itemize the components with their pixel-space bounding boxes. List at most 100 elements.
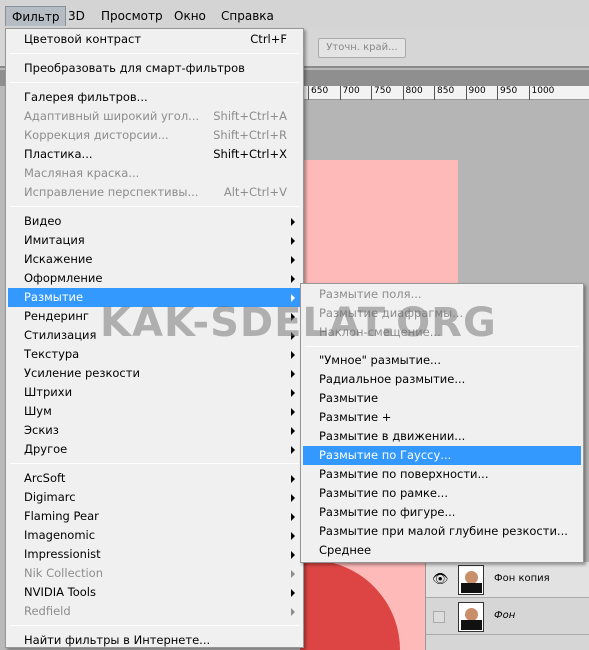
menu-item: Масляная краска... xyxy=(8,164,301,183)
ruler-tick: 650 xyxy=(308,86,328,100)
menu-item-label: Другое xyxy=(24,442,68,456)
menu-item[interactable]: Оформление xyxy=(8,269,301,288)
menu-item-label: Размытие при малой глубине резкости... xyxy=(319,524,568,538)
menu-window[interactable]: Окно xyxy=(168,6,212,26)
menu-item[interactable]: Flaming Pear xyxy=(8,507,301,526)
menu-item[interactable]: Штрихи xyxy=(8,383,301,402)
menu-item[interactable]: ArcSoft xyxy=(8,469,301,488)
menu-item-label: "Умное" размытие... xyxy=(319,353,441,367)
menu-item-label: Преобразовать для смарт-фильтров xyxy=(24,61,245,75)
submenu-arrow-icon xyxy=(291,332,295,340)
menu-separator xyxy=(10,82,299,83)
submenu-arrow-icon xyxy=(291,608,295,616)
submenu-arrow-icon xyxy=(291,513,295,521)
menu-item[interactable]: NVIDIA Tools xyxy=(8,583,301,602)
menu-item[interactable]: Цветовой контраст Ctrl+F xyxy=(8,30,301,49)
menu-item[interactable]: Стилизация xyxy=(8,326,301,345)
menu-3d[interactable]: 3D xyxy=(62,6,91,26)
menu-item[interactable]: Digimarc xyxy=(8,488,301,507)
submenu-arrow-icon xyxy=(291,532,295,540)
menu-item[interactable]: Другое xyxy=(8,440,301,459)
menu-item[interactable]: Текстура xyxy=(8,345,301,364)
menu-item[interactable]: Impressionist xyxy=(8,545,301,564)
menu-item-label: Среднее xyxy=(319,543,372,557)
layer-name: Фон xyxy=(494,610,516,621)
menu-item-label: Imagenomic xyxy=(24,528,96,542)
menu-item-label: Коррекция дисторсии... xyxy=(24,128,169,142)
layer-name: Фон копия xyxy=(494,573,550,584)
menu-item-label: Размытие по рамке... xyxy=(319,486,448,500)
menu-view[interactable]: Просмотр xyxy=(95,6,169,26)
menu-item-label: Радиальное размытие... xyxy=(319,372,466,386)
submenu-arrow-icon xyxy=(291,218,295,226)
menu-filter[interactable]: Фильтр xyxy=(5,6,67,26)
menu-item[interactable]: Размытие при малой глубине резкости... xyxy=(303,522,581,541)
menu-item-label: Искажение xyxy=(24,252,93,266)
layer-row[interactable]: Фон xyxy=(426,599,589,635)
menu-item[interactable]: Размытие по рамке... xyxy=(303,484,581,503)
menu-item[interactable]: Имитация xyxy=(8,231,301,250)
ruler-tick: 1000 xyxy=(528,86,554,100)
menu-item-label: Найти фильтры в Интернете... xyxy=(24,633,211,647)
submenu-arrow-icon xyxy=(291,256,295,264)
menu-item: Адаптивный широкий угол... Shift+Ctrl+A xyxy=(8,107,301,126)
menu-item[interactable]: Найти фильтры в Интернете... xyxy=(8,631,301,650)
menu-item[interactable]: Рендеринг xyxy=(8,307,301,326)
menu-item[interactable]: Искажение xyxy=(8,250,301,269)
menu-item[interactable]: Размытие xyxy=(303,389,581,408)
menu-item[interactable]: Радиальное размытие... xyxy=(303,370,581,389)
layer-thumbnail xyxy=(458,565,484,595)
ruler-tick: 750 xyxy=(371,86,391,100)
shortcut-label: Shift+Ctrl+A xyxy=(213,109,287,123)
menu-bar: Фильтр 3D Просмотр Окно Справка xyxy=(0,0,589,28)
submenu-arrow-icon xyxy=(291,294,295,302)
menu-item[interactable]: "Умное" размытие... xyxy=(303,351,581,370)
menu-item: Наклон-смещение... xyxy=(303,323,581,342)
menu-item[interactable]: Размытие по Гауссу... xyxy=(303,446,581,465)
submenu-arrow-icon xyxy=(291,237,295,245)
menu-item-label: Усиление резкости xyxy=(24,366,140,380)
submenu-arrow-icon xyxy=(291,589,295,597)
menu-item-label: Адаптивный широкий угол... xyxy=(24,109,200,123)
menu-item[interactable]: Размытие xyxy=(8,288,301,307)
submenu-arrow-icon xyxy=(291,551,295,559)
menu-item-label: Nik Collection xyxy=(24,566,103,580)
menu-item-label: Redfield xyxy=(24,604,71,618)
refine-edge-button[interactable]: Уточн. край... xyxy=(318,38,406,58)
ruler-tick: 850 xyxy=(434,86,454,100)
menu-item[interactable]: Галерея фильтров... xyxy=(8,88,301,107)
menu-item: Nik Collection xyxy=(8,564,301,583)
menu-item[interactable]: Эскиз xyxy=(8,421,301,440)
menu-item-label: Flaming Pear xyxy=(24,509,99,523)
submenu-arrow-icon xyxy=(291,494,295,502)
menu-item-label: Пластика... xyxy=(24,147,93,161)
menu-item[interactable]: Среднее xyxy=(303,541,581,560)
visibility-toggle[interactable] xyxy=(433,611,445,623)
menu-item-label: Рендеринг xyxy=(24,309,89,323)
menu-item-label: Масляная краска... xyxy=(24,166,140,180)
menu-item[interactable]: Шум xyxy=(8,402,301,421)
menu-item[interactable]: Усиление резкости xyxy=(8,364,301,383)
submenu-arrow-icon xyxy=(291,313,295,321)
shortcut-label: Ctrl+F xyxy=(250,32,287,46)
menu-separator xyxy=(10,463,299,464)
eye-icon[interactable]: 👁 xyxy=(432,572,449,587)
menu-item[interactable]: Размытие в движении... xyxy=(303,427,581,446)
layer-row[interactable]: 👁 Фон копия xyxy=(426,562,589,598)
menu-item[interactable]: Пластика... Shift+Ctrl+X xyxy=(8,145,301,164)
menu-separator xyxy=(10,206,299,207)
menu-item-label: Шум xyxy=(24,404,52,418)
menu-item[interactable]: Видео xyxy=(8,212,301,231)
menu-item[interactable]: Imagenomic xyxy=(8,526,301,545)
menu-item-label: Имитация xyxy=(24,233,85,247)
menu-item[interactable]: Размытие по поверхности... xyxy=(303,465,581,484)
menu-item: Коррекция дисторсии... Shift+Ctrl+R xyxy=(8,126,301,145)
menu-item[interactable]: Размытие по фигуре... xyxy=(303,503,581,522)
menu-item-label: Штрихи xyxy=(24,385,73,399)
menu-item[interactable]: Размытие + xyxy=(303,408,581,427)
menu-help[interactable]: Справка xyxy=(215,6,280,26)
menu-item-label: Размытие xyxy=(24,290,84,304)
menu-item[interactable]: Преобразовать для смарт-фильтров xyxy=(8,59,301,78)
menu-item-label: Размытие по Гауссу... xyxy=(319,448,452,462)
horizontal-ruler: 650 700 750 800 850 900 950 1000 xyxy=(300,86,589,100)
